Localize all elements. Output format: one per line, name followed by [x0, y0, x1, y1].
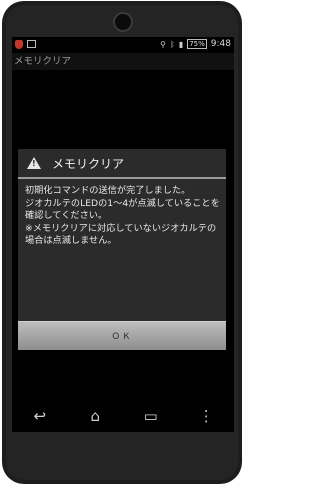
clock: 9:48: [210, 39, 231, 49]
front-camera: [113, 12, 133, 32]
recent-apps-icon[interactable]: ▭: [136, 407, 166, 425]
shield-icon: [15, 40, 23, 49]
battery-indicator: 75%: [187, 39, 207, 49]
dialog-divider: [18, 177, 226, 179]
warning-icon: !: [27, 157, 41, 169]
dialog-header: ! メモリクリア: [18, 149, 226, 177]
home-icon[interactable]: ⌂: [80, 407, 110, 425]
dialog-title: メモリクリア: [52, 156, 125, 171]
memory-clear-dialog: ! メモリクリア 初期化コマンドの送信が完了しました。 ジオカルテのLEDの1～…: [18, 149, 226, 350]
ok-button-label: ＯＫ: [111, 332, 133, 342]
status-bar: ⚲ ᛒ ▮ 75% 9:48: [12, 37, 234, 53]
ok-button[interactable]: ＯＫ: [18, 321, 226, 350]
menu-icon[interactable]: ⋮: [191, 407, 221, 425]
dialog-message: 初期化コマンドの送信が完了しました。 ジオカルテのLEDの1～4が点滅しているこ…: [25, 185, 220, 246]
image-icon: [27, 40, 36, 48]
signal-icon: ▮: [178, 39, 184, 49]
navigation-bar: ↩ ⌂ ▭ ⋮: [12, 400, 234, 432]
app-title: メモリクリア: [12, 53, 234, 70]
back-icon[interactable]: ↩: [25, 407, 55, 425]
bluetooth-icon: ᛒ: [170, 39, 175, 49]
screen: ⚲ ᛒ ▮ 75% 9:48 メモリクリア ! メモリクリア 初期化コマンドの送…: [12, 37, 234, 432]
location-icon: ⚲: [160, 39, 166, 49]
